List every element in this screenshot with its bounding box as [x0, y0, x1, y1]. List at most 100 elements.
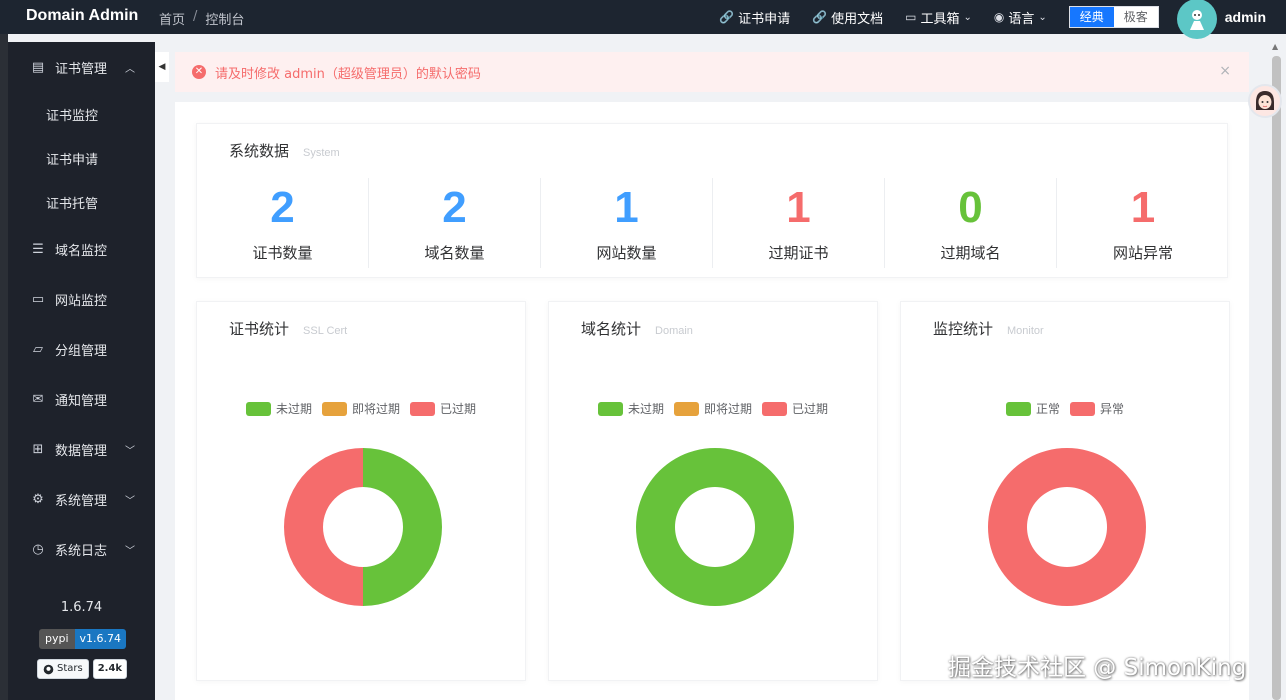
sidebar-item-domain-monitor[interactable]: ☰ 域名监控 — [8, 231, 155, 267]
sidebar-item-cert-management[interactable]: ▤ 证书管理 ︿ — [8, 49, 155, 85]
legend-item[interactable]: 即将过期 — [673, 400, 752, 417]
stat-expired-cert[interactable]: 1 过期证书 — [713, 178, 885, 268]
legend-item[interactable]: 异常 — [1070, 400, 1124, 417]
stat-label: 过期域名 — [940, 244, 1001, 262]
pypi-badge-value: v1.6.74 — [74, 629, 127, 649]
legend-swatch — [1005, 401, 1031, 416]
donut-slice-已过期[interactable] — [284, 448, 363, 606]
sidebar-subitem-cert-apply[interactable]: 证书申请 — [46, 149, 98, 168]
pypi-badge-label: pypi — [39, 629, 75, 649]
sidebar-item-site-monitor[interactable]: ▭ 网站监控 — [8, 281, 155, 317]
legend-item[interactable]: 未过期 — [245, 400, 312, 417]
monitor-chart-subtitle: Monitor — [1007, 325, 1044, 337]
legend-item[interactable]: 即将过期 — [321, 400, 400, 417]
watermark-text: 掘金技术社区 @ SimonKing — [948, 655, 1247, 681]
mode-switch: 经典 极客 — [1068, 6, 1159, 28]
username[interactable]: admin — [1225, 9, 1266, 25]
legend-item[interactable]: 未过期 — [597, 400, 664, 417]
scrollbar[interactable] — [1272, 56, 1281, 700]
toolbox-dropdown[interactable]: ▭ 工具箱 ⌄ — [905, 8, 972, 27]
sidebar-item-label: 网站监控 — [55, 293, 108, 309]
stat-cert-count[interactable]: 2 证书数量 — [197, 178, 369, 268]
sidebar-item-label: 系统管理 — [55, 493, 108, 509]
donut-slice-未过期[interactable] — [635, 448, 794, 606]
user-avatar-icon — [1189, 10, 1204, 30]
top-bar: Domain Admin 首页 / 控制台 🔗 证书申请 🔗 使用文档 ▭ 工具… — [0, 0, 1286, 39]
mode-classic-button[interactable]: 经典 — [1069, 7, 1114, 27]
domain-chart-subtitle: Domain — [655, 325, 693, 337]
monitor-chart-title: 监控统计 — [933, 320, 994, 338]
chart-legend: 未过期 即将过期 已过期 — [197, 400, 525, 417]
legend-label: 即将过期 — [351, 402, 400, 416]
close-icon[interactable]: × — [1219, 63, 1231, 79]
domain-donut-chart[interactable] — [635, 447, 795, 607]
legend-item[interactable]: 正常 — [1005, 400, 1060, 417]
stat-site-error[interactable]: 1 网站异常 — [1057, 178, 1229, 268]
sidebar-item-system-management[interactable]: ⚙ 系统管理 ﹀ — [8, 481, 155, 517]
mail-icon: ✉ — [32, 391, 44, 407]
stat-label: 网站异常 — [1112, 244, 1173, 262]
system-subtitle: System — [303, 147, 340, 159]
sidebar: ▤ 证书管理 ︿ 证书监控 证书申请 证书托管 ☰ 域名监控 ▭ 网站监控 ▱ … — [8, 42, 155, 700]
caret-left-icon: ◀ — [158, 62, 166, 72]
sidebar-subitem-cert-monitor[interactable]: 证书监控 — [46, 105, 98, 124]
github-stars-badge[interactable]: Stars 2.4k — [37, 659, 128, 679]
donut-slice-异常[interactable] — [987, 448, 1146, 606]
document-icon: ▤ — [31, 59, 45, 75]
card-title: 域名统计 Domain — [581, 318, 693, 339]
sidebar-subitem-cert-hosting[interactable]: 证书托管 — [46, 193, 98, 212]
pypi-badge[interactable]: pypi v1.6.74 — [39, 629, 127, 649]
stat-value: 1 — [1130, 183, 1156, 232]
donut-slice-未过期[interactable] — [363, 448, 442, 606]
stat-label: 域名数量 — [424, 244, 485, 262]
chevron-down-icon: ⌄ — [963, 11, 972, 23]
gear-icon: ⚙ — [32, 491, 44, 507]
sidebar-item-label: 数据管理 — [55, 443, 108, 459]
assistant-avatar[interactable] — [1248, 84, 1282, 118]
stat-expired-domain[interactable]: 0 过期域名 — [885, 178, 1057, 268]
legend-swatch — [762, 401, 787, 416]
stat-site-count[interactable]: 1 网站数量 — [541, 178, 713, 268]
legend-label: 已过期 — [440, 402, 477, 416]
stat-value: 0 — [958, 183, 983, 232]
legend-label: 未过期 — [627, 402, 664, 416]
avatar[interactable] — [1176, 0, 1217, 39]
system-title: 系统数据 — [229, 142, 290, 160]
legend-label: 异常 — [1100, 402, 1125, 416]
version-text: 1.6.74 — [60, 600, 103, 615]
scroll-up-arrow[interactable]: ▲ — [1272, 42, 1278, 51]
brand-logo[interactable]: Domain Admin — [26, 7, 138, 25]
legend-swatch — [597, 401, 623, 416]
chart-legend: 未过期 即将过期 已过期 — [549, 400, 877, 417]
dashboard-panel: 系统数据 System 2 证书数量 2 域名数量 1 网站数量 1 过期证书 0… — [175, 102, 1249, 700]
girl-avatar-icon — [1256, 91, 1274, 110]
sidebar-collapse-button[interactable]: ◀ — [155, 52, 169, 82]
sidebar-item-system-log[interactable]: ◷ 系统日志 ﹀ — [8, 531, 155, 567]
stat-value: 1 — [786, 183, 811, 232]
toolbox-icon: ▭ — [905, 10, 917, 24]
sidebar-item-label: 通知管理 — [55, 393, 108, 409]
language-dropdown[interactable]: ◉ 语言 ⌄ — [994, 8, 1047, 27]
cert-apply-link[interactable]: 🔗 证书申请 — [719, 8, 790, 27]
chart-legend: 正常 异常 — [901, 400, 1229, 417]
docs-link[interactable]: 🔗 使用文档 — [812, 8, 883, 27]
toolbox-label: 工具箱 — [920, 11, 960, 27]
stat-label: 过期证书 — [768, 244, 829, 262]
stat-value: 2 — [442, 183, 467, 232]
password-alert: ✕ 请及时修改 admin（超级管理员）的默认密码 × — [175, 52, 1249, 92]
cert-donut-chart[interactable] — [283, 447, 443, 607]
link-icon: 🔗 — [719, 10, 735, 24]
sidebar-item-notification[interactable]: ✉ 通知管理 — [8, 381, 155, 417]
sidebar-item-data-management[interactable]: ⊞ 数据管理 ﹀ — [8, 431, 155, 467]
breadcrumb: 首页 / 控制台 — [159, 9, 244, 28]
stat-domain-count[interactable]: 2 域名数量 — [369, 178, 541, 268]
sidebar-item-group-management[interactable]: ▱ 分组管理 — [8, 331, 155, 367]
breadcrumb-home[interactable]: 首页 — [159, 9, 185, 28]
legend-item[interactable]: 已过期 — [410, 400, 476, 417]
legend-swatch — [321, 401, 347, 416]
monitor-donut-chart[interactable] — [987, 447, 1147, 607]
box-icon: ⊞ — [32, 441, 44, 457]
mode-geek-button[interactable]: 极客 — [1113, 7, 1158, 27]
legend-swatch — [410, 401, 435, 416]
legend-item[interactable]: 已过期 — [762, 400, 828, 417]
